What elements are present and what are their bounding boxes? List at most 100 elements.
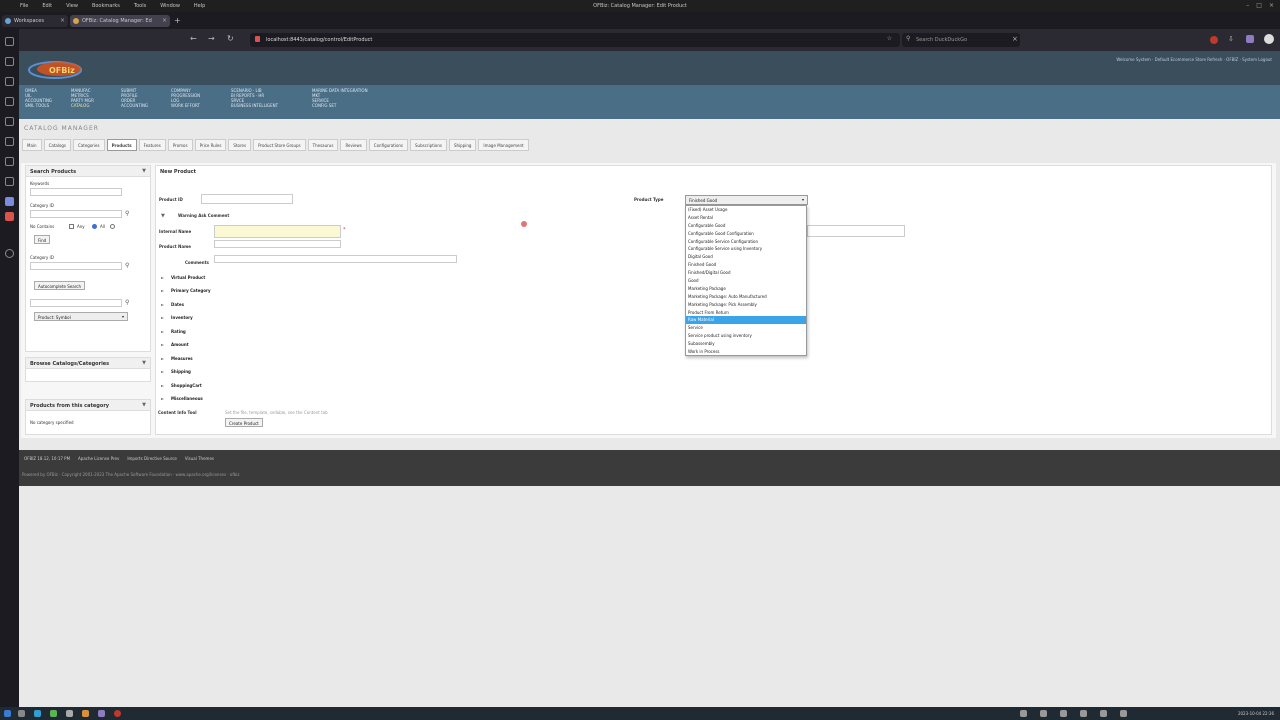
product-type-option[interactable]: Configurable Service Configuration: [686, 238, 806, 246]
product-type-option[interactable]: Configurable Good Configuration: [686, 230, 806, 238]
lookup-icon[interactable]: ⚲: [125, 262, 129, 269]
app-column[interactable]: COMPANY PROGRESSION LOG WORK EFFORT: [171, 88, 200, 108]
tab-subscriptions[interactable]: Subscriptions: [410, 139, 447, 151]
minimize-icon[interactable]: –: [1246, 2, 1249, 9]
section-dates[interactable]: ► Dates: [161, 302, 184, 307]
tray-clipboard-icon[interactable]: [1120, 710, 1127, 717]
collapse-icon[interactable]: ▼: [142, 168, 146, 174]
product-type-option[interactable]: Asset Rental: [686, 214, 806, 222]
terminal-icon[interactable]: [34, 710, 41, 717]
product-name-input[interactable]: [214, 240, 341, 248]
files-icon[interactable]: [18, 710, 25, 717]
downloads-sidebar-icon[interactable]: [5, 97, 14, 106]
section-virtual-product[interactable]: ► Virtual Product: [161, 275, 205, 280]
tray-notifications-icon[interactable]: [1100, 710, 1107, 717]
product-input[interactable]: [30, 299, 122, 307]
add-panel-icon[interactable]: [5, 249, 14, 258]
product-type-option[interactable]: Marketing Package: [686, 285, 806, 293]
mail-icon[interactable]: [5, 137, 14, 146]
notes-icon[interactable]: [5, 117, 14, 126]
tab-catalogs[interactable]: Catalogs: [43, 139, 72, 151]
taskbar-clock[interactable]: 2023-10-04 22:36: [1238, 711, 1274, 716]
product-type-option[interactable]: Service product using inventory: [686, 332, 806, 340]
section-measures[interactable]: ► Measures: [161, 356, 193, 361]
app-column[interactable]: SCENARIO · LIB BI REPORTS · HR SRVCE BUS…: [231, 88, 278, 108]
pocket-icon[interactable]: [5, 212, 14, 221]
all-radio[interactable]: [110, 224, 115, 229]
url-bar[interactable]: localhost:8443/catalog/control/EditProdu…: [250, 33, 900, 47]
product-type-option[interactable]: Finished/Digital Good: [686, 269, 806, 277]
collapse-icon[interactable]: ▼: [142, 402, 146, 408]
close-icon[interactable]: ×: [1269, 2, 1274, 9]
comments-input[interactable]: [214, 255, 457, 263]
bookmark-star-icon[interactable]: ☆: [887, 35, 892, 42]
section-shipping[interactable]: ► Shipping: [161, 369, 191, 374]
no-contains-checkbox[interactable]: [69, 224, 74, 229]
settings-icon[interactable]: [66, 710, 73, 717]
tray-network-icon[interactable]: [1020, 710, 1027, 717]
clear-search-icon[interactable]: ×: [1012, 35, 1018, 43]
tray-battery-icon[interactable]: [1060, 710, 1067, 717]
tab-configurations[interactable]: Configurations: [368, 139, 409, 151]
lookup-icon[interactable]: ⚲: [125, 299, 129, 306]
tab-stores[interactable]: Stores: [228, 139, 252, 151]
app-column[interactable]: OMEA UIL ACCOUNTING SMIL TOOLS: [25, 88, 52, 108]
media-icon[interactable]: [114, 710, 121, 717]
tab-thesaurus[interactable]: Thesaurus: [307, 139, 339, 151]
product-type-option[interactable]: Service: [686, 324, 806, 332]
forward-icon[interactable]: →: [208, 35, 215, 43]
downloads-icon[interactable]: ⇩: [1228, 35, 1234, 43]
any-radio[interactable]: [92, 224, 97, 229]
product-type-option[interactable]: Finished Good: [686, 261, 806, 269]
close-icon[interactable]: ×: [60, 17, 65, 24]
back-icon[interactable]: ←: [190, 35, 197, 43]
calendar-icon[interactable]: [5, 177, 14, 186]
product-type-option[interactable]: Good: [686, 277, 806, 285]
find-button[interactable]: Find: [34, 235, 51, 244]
mastodon-icon[interactable]: [5, 197, 14, 206]
expand-icon[interactable]: ▼: [161, 213, 165, 219]
app-column[interactable]: SUBMIT PROFILE ORDER ACCOUNTING: [121, 88, 148, 108]
section-shoppingcart[interactable]: ► ShoppingCart: [161, 383, 202, 388]
tab-shipping[interactable]: Shipping: [448, 139, 477, 151]
reload-icon[interactable]: ↻: [227, 35, 234, 43]
product-type-option[interactable]: Marketing Package: Pick Assembly: [686, 301, 806, 309]
section-amount[interactable]: ► Amount: [161, 342, 189, 347]
product-type-option[interactable]: Product From Return: [686, 309, 806, 317]
editor-icon[interactable]: [50, 710, 57, 717]
tasks-icon[interactable]: [5, 157, 14, 166]
keywords-input[interactable]: [30, 188, 122, 196]
product-type-option[interactable]: Raw Material: [686, 316, 806, 325]
product-select[interactable]: Product: Symbol ▾: [34, 312, 128, 321]
section-miscellaneous[interactable]: ► Miscellaneous: [161, 396, 203, 401]
tab-main[interactable]: Main: [22, 139, 42, 151]
tab-image-management[interactable]: Image Management: [478, 139, 529, 151]
product-type-option[interactable]: Digital Good: [686, 253, 806, 261]
product-type-option[interactable]: Marketing Package: Auto Manufactured: [686, 293, 806, 301]
product-type-select[interactable]: Finished Good ▾: [685, 195, 808, 205]
app-column[interactable]: MANUFAC METRICS PARTY MGR CATALOG: [71, 88, 94, 108]
product-field-input[interactable]: [807, 225, 905, 237]
welcome-links[interactable]: Welcome System · Default Ecommerce Store…: [1116, 57, 1272, 62]
autocomplete-search-button[interactable]: Autocomplete Search: [34, 281, 85, 290]
app-column[interactable]: MARINE DATA INTEGRATION MKT SERVICE CONF…: [312, 88, 368, 108]
active-app-catalog[interactable]: CATALOG: [71, 103, 94, 108]
tab-catalog-manager[interactable]: OFBiz: Catalog Manager: Ed ×: [70, 15, 170, 27]
account-avatar[interactable]: [1264, 34, 1274, 44]
app-icon[interactable]: [98, 710, 105, 717]
extension-icon[interactable]: [1210, 36, 1218, 44]
history-icon[interactable]: [5, 77, 14, 86]
tab-product-store-groups[interactable]: Product Store Groups: [253, 139, 306, 151]
tray-bluetooth-icon[interactable]: [1080, 710, 1087, 717]
category-id2-input[interactable]: [30, 262, 122, 270]
new-tab-icon[interactable]: +: [174, 16, 181, 25]
product-type-option[interactable]: Subassembly: [686, 340, 806, 348]
product-type-option[interactable]: (Fixed) Asset Usage: [686, 206, 806, 214]
section-rating[interactable]: ► Rating: [161, 329, 186, 334]
product-type-option[interactable]: Work in Process: [686, 348, 806, 356]
product-type-option[interactable]: Configurable Good: [686, 222, 806, 230]
tab-features[interactable]: Features: [138, 139, 166, 151]
browser-taskbar-icon[interactable]: [82, 710, 89, 717]
addon-icon[interactable]: [1246, 35, 1254, 43]
close-icon[interactable]: ×: [162, 17, 167, 24]
